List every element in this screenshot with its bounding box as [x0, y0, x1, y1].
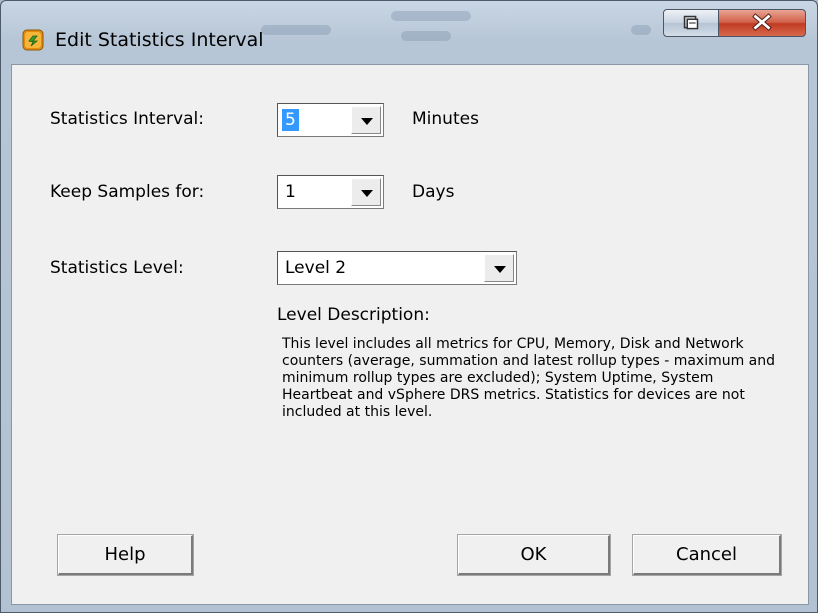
level-description-text: This level includes all metrics for CPU,… [282, 336, 776, 420]
title-bar[interactable]: Edit Statistics Interval [1, 1, 817, 63]
level-label: Statistics Level: [50, 258, 184, 278]
keep-samples-select[interactable]: 1 [277, 175, 384, 209]
close-button[interactable] [718, 9, 806, 37]
window-title: Edit Statistics Interval [55, 29, 264, 51]
interval-select[interactable]: 5 [277, 103, 384, 137]
level-description-heading: Level Description: [277, 305, 430, 325]
restore-button[interactable] [663, 9, 719, 37]
vsphere-icon [22, 29, 44, 51]
keep-samples-value: 1 [285, 182, 296, 202]
keep-samples-unit: Days [412, 182, 455, 202]
keep-samples-label: Keep Samples for: [50, 182, 205, 202]
dialog-window: Edit Statistics Interval Statistics Inte… [0, 0, 818, 613]
level-select[interactable]: Level 2 [277, 251, 517, 285]
level-value: Level 2 [285, 258, 347, 278]
cancel-button[interactable]: Cancel [632, 534, 782, 576]
interval-unit: Minutes [412, 109, 479, 129]
dialog-body: Statistics Interval: 5 Minutes Keep Samp… [11, 64, 809, 605]
chevron-down-icon[interactable] [484, 254, 514, 282]
ok-button[interactable]: OK [457, 534, 611, 576]
chevron-down-icon[interactable] [351, 178, 381, 206]
interval-value: 5 [282, 109, 299, 131]
chevron-down-icon[interactable] [351, 106, 381, 134]
restore-icon [683, 15, 699, 30]
close-icon [752, 13, 772, 31]
interval-label: Statistics Interval: [50, 109, 204, 129]
help-button[interactable]: Help [57, 534, 194, 576]
